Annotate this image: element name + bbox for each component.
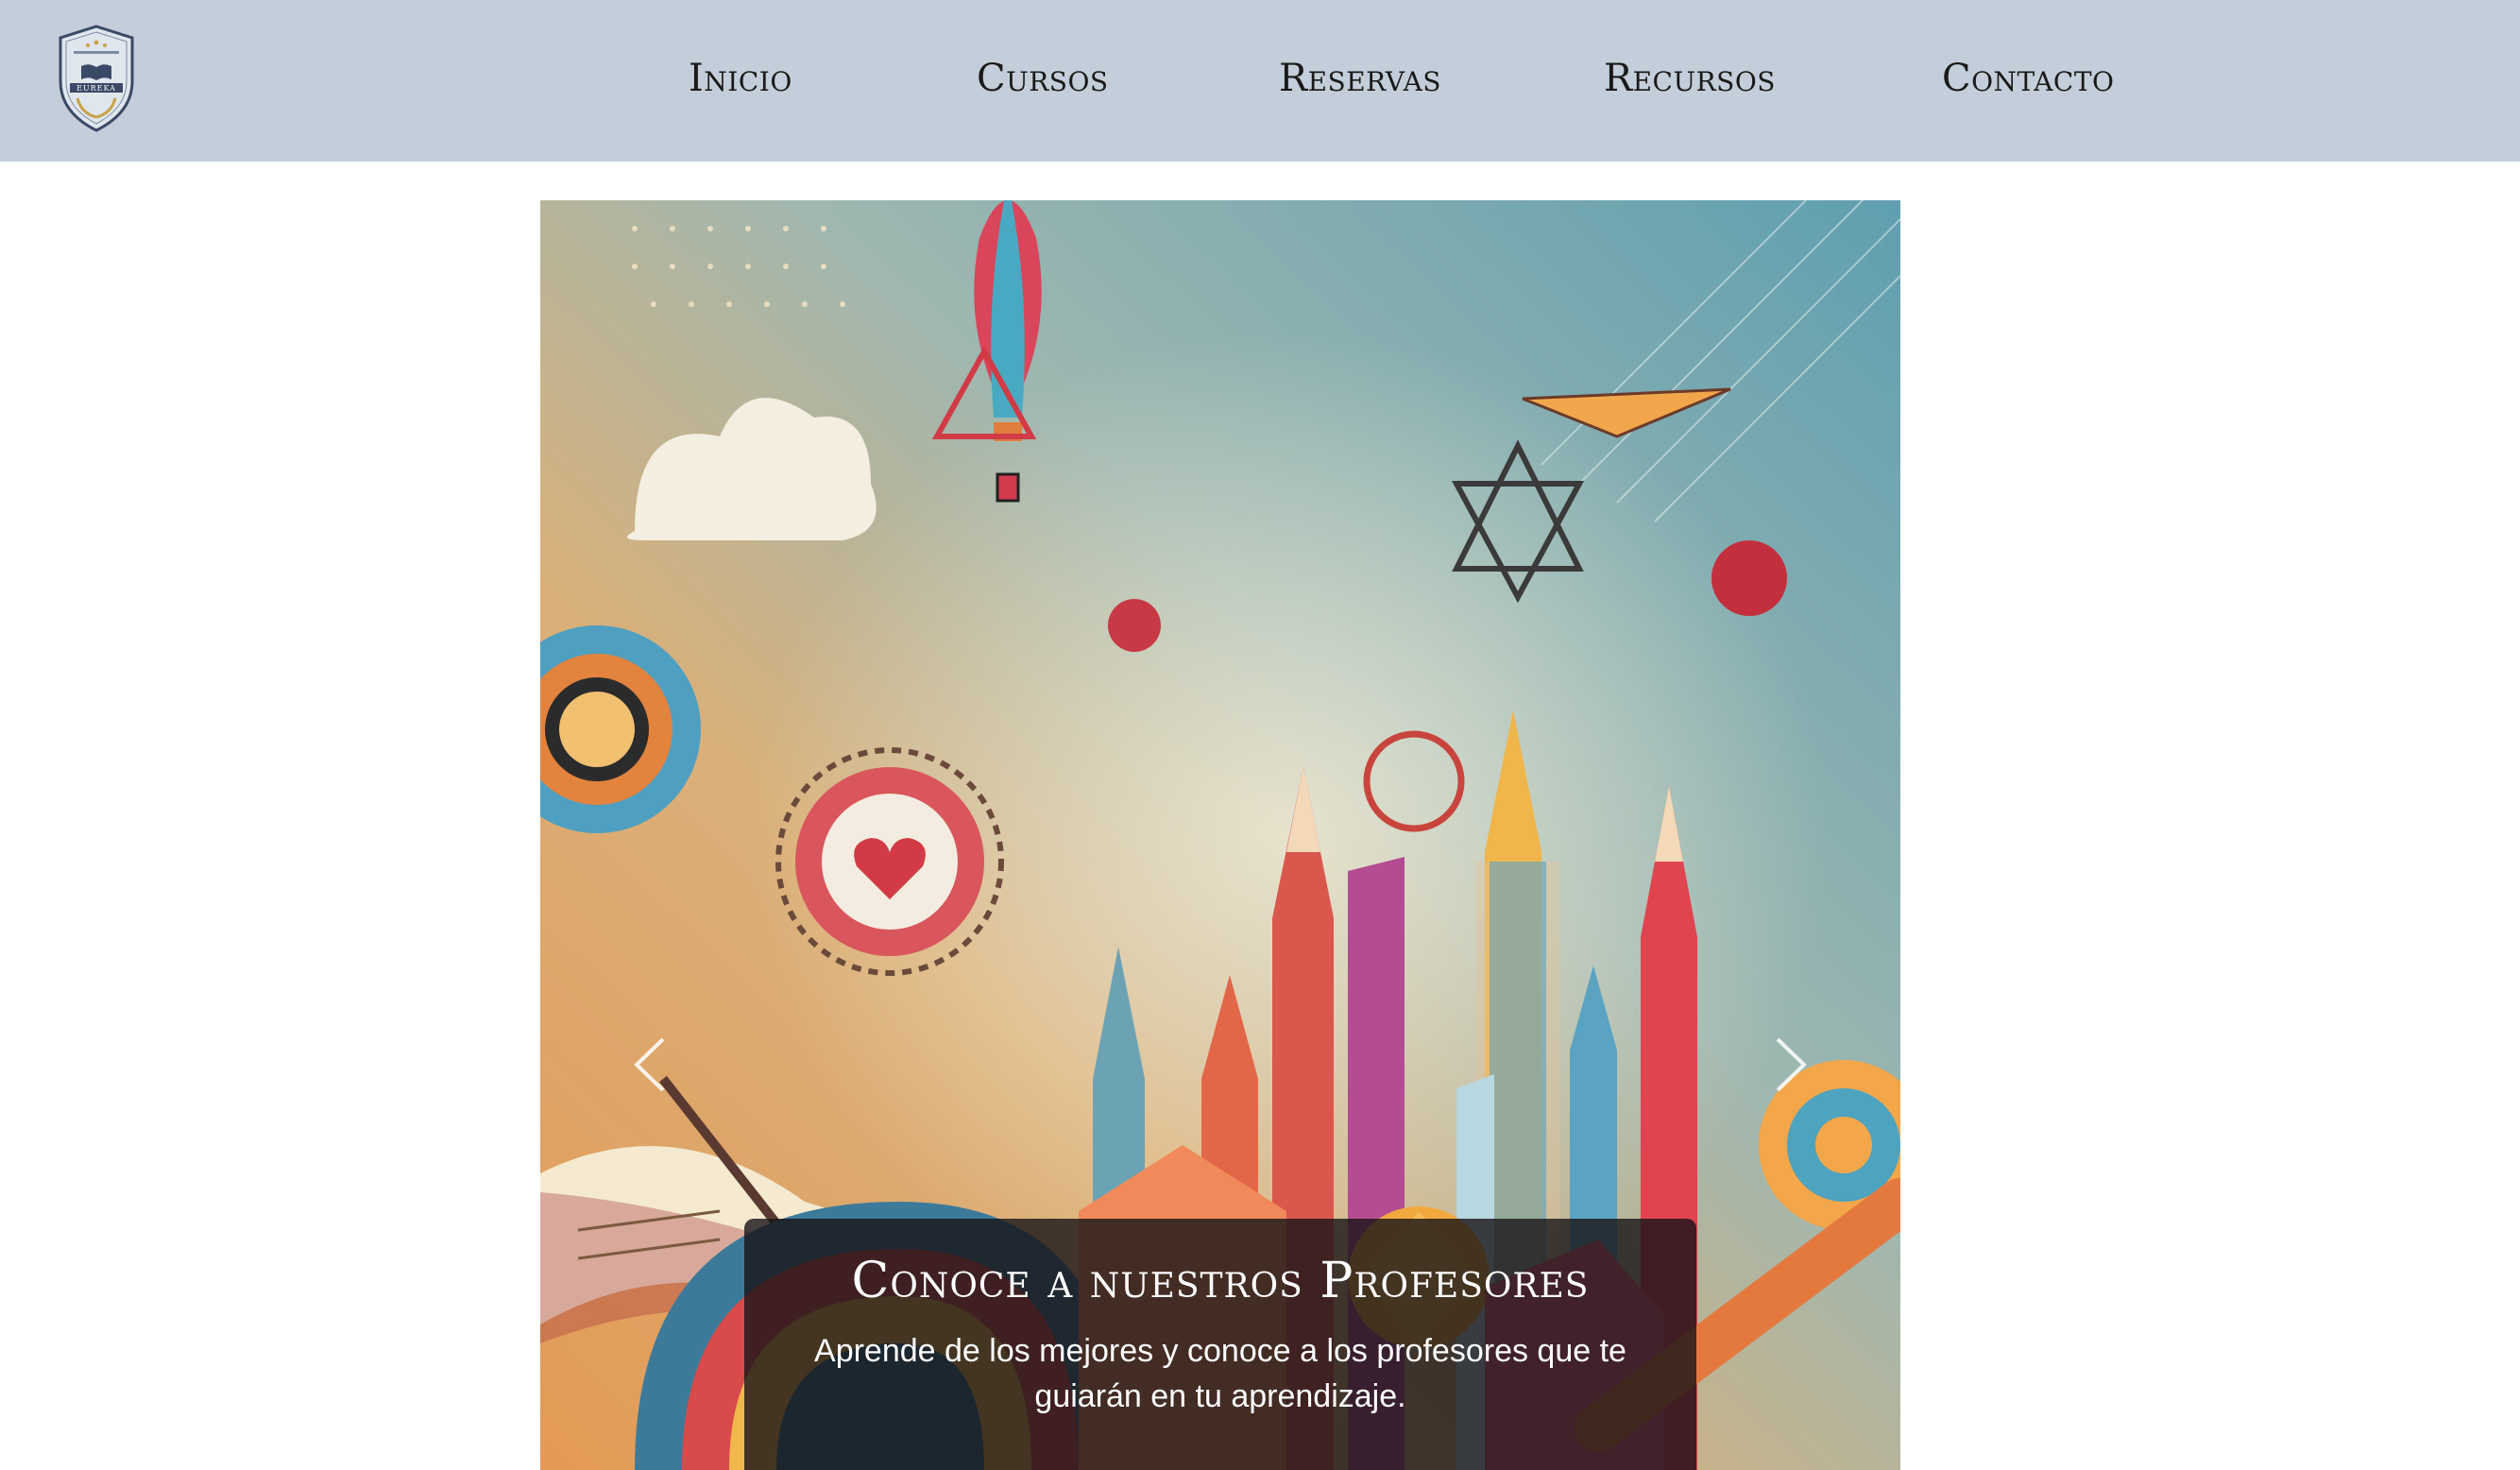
brand-name: EUREKA: [77, 84, 116, 93]
logo[interactable]: EUREKA: [53, 23, 140, 134]
slide-title: Conoce a nuestros Profesores: [851, 1253, 1590, 1309]
nav-cursos[interactable]: Cursos: [977, 57, 1109, 100]
nav-inicio[interactable]: Inicio: [689, 57, 792, 100]
slide-text: Aprende de los mejores y conoce a los pr…: [814, 1333, 1626, 1414]
navbar: EUREKA Inicio Cursos Reservas Recursos C…: [0, 0, 2520, 162]
slide-caption: Conoce a nuestros Profesores Aprende de …: [744, 1219, 1696, 1470]
hero-carousel: Conoce a nuestros Profesores Aprende de …: [540, 200, 1900, 1470]
chevron-left-icon[interactable]: [625, 1032, 682, 1098]
chevron-right-icon[interactable]: [1759, 1032, 1815, 1098]
nav-contacto[interactable]: Contacto: [1942, 57, 2114, 100]
nav-reservas[interactable]: Reservas: [1279, 57, 1441, 100]
nav-recursos[interactable]: Recursos: [1604, 57, 1776, 100]
